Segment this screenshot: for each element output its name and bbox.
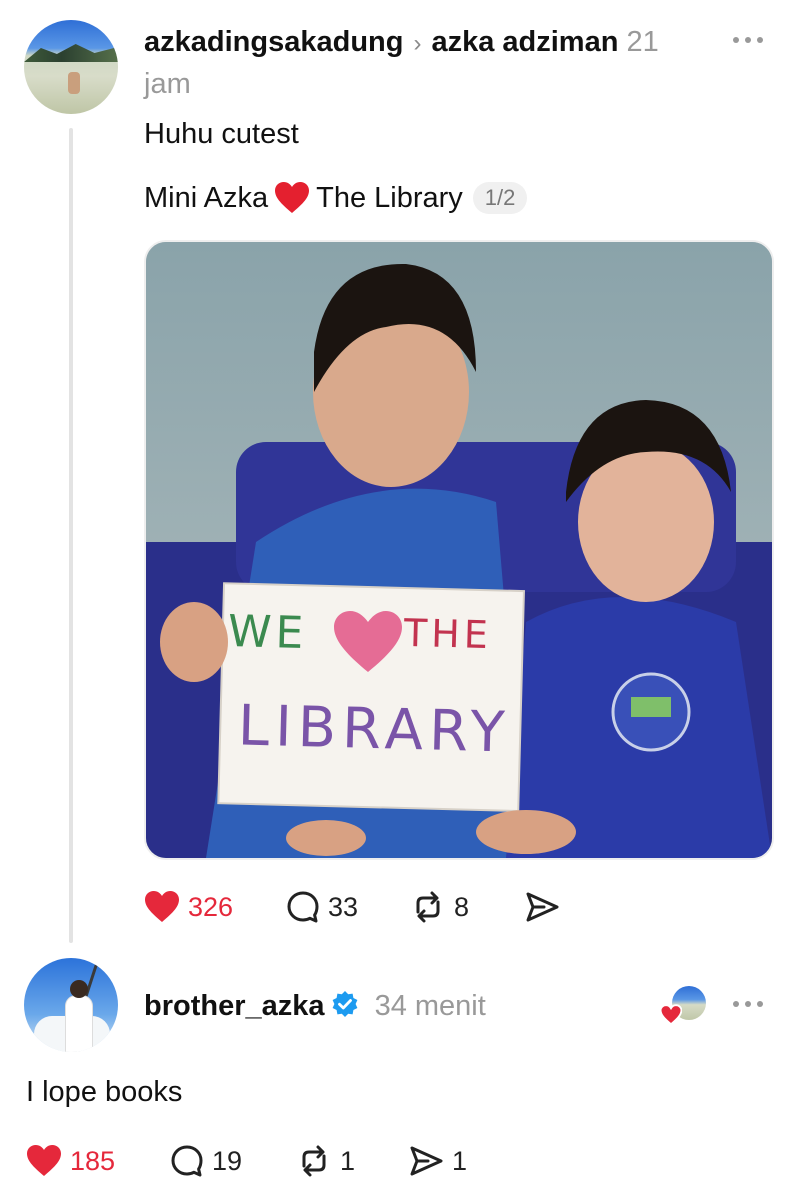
avatar-mountain	[24, 44, 118, 62]
comment-bubble-icon	[287, 891, 319, 923]
author-avatar[interactable]	[24, 20, 118, 114]
post-time-unit: jam	[144, 68, 191, 100]
reply-comment-button[interactable]: 19	[170, 1144, 242, 1178]
reply-repost-button[interactable]: 1	[296, 1144, 355, 1178]
send-icon	[410, 1146, 443, 1176]
post-text-line2: Mini Azka The Library 1/2	[144, 180, 528, 216]
post-header: azkadingsakadung › azka adziman 21 jam	[144, 22, 724, 104]
media-counter-badge: 1/2	[472, 182, 528, 214]
reply-username[interactable]: brother_azka	[144, 990, 325, 1022]
comment-button[interactable]: 33	[286, 890, 358, 924]
avatar-person	[66, 996, 92, 1052]
photo-illustration	[146, 242, 772, 858]
reply-share-button[interactable]: 1	[408, 1144, 467, 1178]
reply-header: brother_azka 34 menit	[144, 986, 486, 1026]
repost-button[interactable]: 8	[410, 890, 469, 924]
like-button[interactable]: 326	[144, 890, 233, 924]
sign-text-library: LIBRARY	[237, 693, 512, 766]
chevron-right-icon: ›	[413, 30, 422, 57]
reply-more-options-button[interactable]	[728, 990, 768, 1020]
share-button[interactable]	[524, 890, 568, 924]
heart-icon	[27, 1145, 61, 1176]
more-horizontal-icon	[733, 1001, 763, 1007]
post-media-image[interactable]: WE THE LIBRARY	[144, 240, 774, 860]
post-text-part-a: Mini Azka	[144, 182, 269, 214]
reply-like-count: 185	[70, 1145, 116, 1176]
repost-icon	[302, 1145, 326, 1177]
more-horizontal-icon	[733, 37, 763, 43]
reply-comment-count: 19	[212, 1145, 243, 1176]
sign-text-we: WE	[227, 605, 308, 660]
heart-emoji-icon	[275, 182, 310, 213]
repost-count: 8	[454, 891, 470, 922]
author-username[interactable]: azkadingsakadung	[144, 26, 403, 58]
sign-text-the: THE	[403, 610, 493, 658]
reply-share-count: 1	[452, 1145, 468, 1176]
heart-icon	[660, 1004, 682, 1026]
post-text-line1: Huhu cutest	[144, 118, 299, 150]
reply-like-button[interactable]: 185	[26, 1144, 115, 1178]
reply-text: I lope books	[26, 1076, 183, 1108]
reply-repost-count: 1	[340, 1145, 356, 1176]
reply-to-username[interactable]: azka adziman	[431, 26, 618, 58]
comment-bubble-icon	[171, 1145, 203, 1177]
reply-time: 34 menit	[374, 990, 486, 1022]
post-text-part-b: The Library	[316, 182, 463, 214]
send-icon	[526, 892, 559, 922]
thread-line	[69, 128, 73, 943]
repost-icon	[416, 891, 440, 923]
avatar-head	[70, 980, 88, 998]
reply-author-avatar[interactable]	[24, 958, 118, 1052]
heart-icon	[145, 891, 179, 922]
more-options-button[interactable]	[728, 26, 768, 56]
post-time-number: 21	[626, 26, 659, 58]
avatar-person	[68, 72, 80, 94]
like-count: 326	[188, 891, 234, 922]
verified-badge-icon	[332, 991, 357, 1017]
comment-count: 33	[328, 891, 359, 922]
